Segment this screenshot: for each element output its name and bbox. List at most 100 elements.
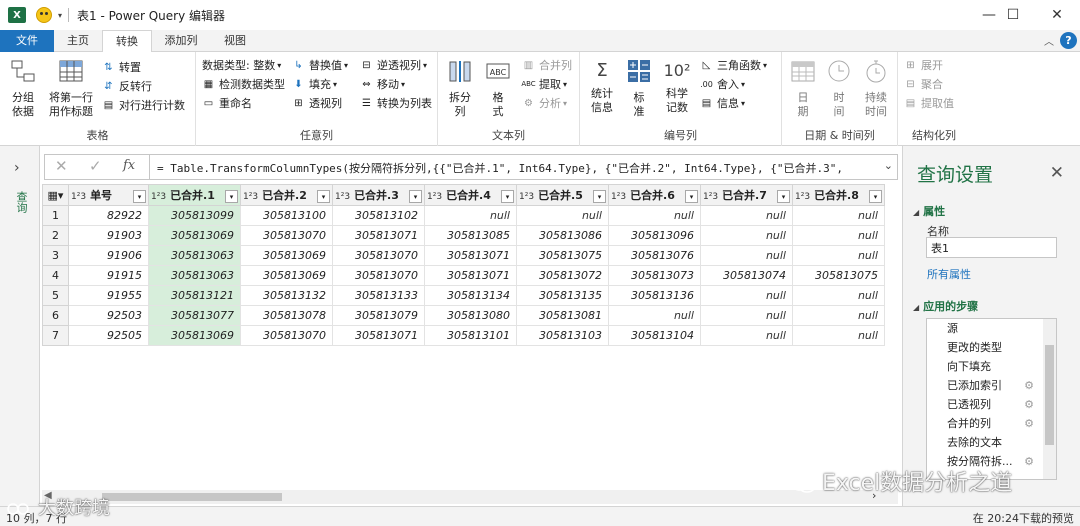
rounding-button[interactable]: .00 舍入 ▾ — [700, 75, 745, 93]
row-index[interactable]: 1 — [42, 205, 69, 226]
table-cell[interactable]: null — [700, 245, 793, 266]
table-cell[interactable]: 305813079 — [332, 305, 425, 326]
table-cell[interactable]: null — [792, 305, 885, 326]
row-index[interactable]: 6 — [42, 305, 69, 326]
step-settings-gear-icon[interactable]: ⚙ — [1024, 414, 1034, 433]
table-menu-icon[interactable]: ▦▾ — [42, 184, 69, 206]
queries-pane-label[interactable]: 查询 — [13, 191, 29, 213]
trig-button[interactable]: ◺ 三角函数 ▾ — [700, 56, 767, 74]
table-cell[interactable]: 305813102 — [332, 205, 425, 226]
applied-step-item[interactable]: 去除的文本 — [927, 433, 1056, 452]
table-cell[interactable]: 305813072 — [516, 265, 609, 286]
fill-button[interactable]: ⬇ 填充 ▾ — [292, 75, 337, 93]
tab-view[interactable]: 视图 — [210, 30, 260, 52]
table-cell[interactable]: null — [608, 305, 701, 326]
filter-dropdown-icon[interactable]: ▾ — [501, 190, 514, 203]
table-cell[interactable]: 305813070 — [332, 245, 425, 266]
extract-button[interactable]: ABC 提取 ▾ — [521, 75, 567, 93]
table-cell[interactable]: 305813081 — [516, 305, 609, 326]
table-cell[interactable]: 305813069 — [240, 265, 333, 286]
table-cell[interactable]: 305813078 — [240, 305, 333, 326]
table-cell[interactable]: 82922 — [68, 205, 149, 226]
table-cell[interactable]: null — [424, 205, 517, 226]
table-cell[interactable]: null — [700, 225, 793, 246]
table-cell[interactable]: 305813136 — [608, 285, 701, 306]
detect-type-button[interactable]: ▦ 检测数据类型 — [202, 75, 285, 93]
reverse-rows-button[interactable]: ⇵ 反转行 — [102, 77, 152, 95]
help-icon[interactable]: ? — [1060, 32, 1077, 49]
table-cell[interactable]: 305813132 — [240, 285, 333, 306]
table-row[interactable]: 6 92503 305813077 305813078 305813079 3058130… — [42, 305, 885, 326]
column-header-merged-3[interactable]: 1²3 已合并.3 ▾ — [332, 184, 425, 206]
time-button[interactable]: 时 间 — [822, 58, 856, 119]
replace-values-button[interactable]: ↳ 替换值 ▾ — [292, 56, 348, 74]
table-cell[interactable]: null — [700, 305, 793, 326]
expand-formula-chevron-icon[interactable]: ⌄ — [884, 159, 893, 172]
duration-button[interactable]: 持续 时间 — [858, 58, 894, 119]
all-properties-link[interactable]: 所有属性 — [927, 266, 971, 282]
column-header-merged-4[interactable]: 1²3 已合并.4 ▾ — [424, 184, 517, 206]
table-cell[interactable]: 305813075 — [516, 245, 609, 266]
table-cell[interactable]: 305813063 — [148, 265, 241, 286]
table-cell[interactable]: 305813121 — [148, 285, 241, 306]
applied-step-item[interactable]: 已添加索引 ⚙ — [927, 376, 1056, 395]
column-header-merged-5[interactable]: 1²3 已合并.5 ▾ — [516, 184, 609, 206]
tab-file[interactable]: 文件 — [0, 30, 54, 52]
table-cell[interactable]: 305813070 — [240, 325, 333, 346]
table-cell[interactable]: null — [608, 205, 701, 226]
table-cell[interactable]: 305813077 — [148, 305, 241, 326]
extract-values-button[interactable]: ▤ 提取值 — [904, 94, 954, 112]
table-cell[interactable]: 305813085 — [424, 225, 517, 246]
table-cell[interactable]: 305813103 — [516, 325, 609, 346]
table-cell[interactable]: 305813080 — [424, 305, 517, 326]
column-header-merged-8[interactable]: 1²3 已合并.8 ▾ — [792, 184, 885, 206]
smiley-feedback-icon[interactable] — [36, 7, 52, 23]
confirm-formula-icon[interactable]: ✓ — [89, 157, 102, 175]
tab-transform[interactable]: 转换 — [102, 30, 152, 53]
split-column-button[interactable]: 拆分 列 — [444, 58, 476, 119]
table-row[interactable]: 1 82922 305813099 305813100 305813102 null nul… — [42, 205, 885, 226]
column-type-icon[interactable]: 1²3 — [243, 192, 258, 202]
table-cell[interactable]: 305813133 — [332, 285, 425, 306]
filter-dropdown-icon[interactable]: ▾ — [869, 190, 882, 203]
table-cell[interactable]: 305813096 — [608, 225, 701, 246]
column-type-icon[interactable]: 1²3 — [71, 192, 86, 202]
table-cell[interactable]: 91906 — [68, 245, 149, 266]
column-header-merged-7[interactable]: 1²3 已合并.7 ▾ — [700, 184, 793, 206]
format-button[interactable]: ABC 格 式 — [482, 58, 514, 119]
table-cell[interactable]: 305813086 — [516, 225, 609, 246]
applied-step-item[interactable]: 更改的类型 — [927, 338, 1056, 357]
column-type-icon[interactable]: 1²3 — [519, 192, 534, 202]
table-cell[interactable]: 305813135 — [516, 285, 609, 306]
pivot-button[interactable]: ⊞ 透视列 — [292, 94, 342, 112]
table-cell[interactable]: 91955 — [68, 285, 149, 306]
applied-step-item[interactable]: 向下填充 — [927, 357, 1056, 376]
table-cell[interactable]: 305813071 — [424, 245, 517, 266]
use-first-row-button[interactable]: 将第一行 用作标题 — [44, 58, 98, 119]
table-cell[interactable]: 305813073 — [608, 265, 701, 286]
table-cell[interactable]: 305813069 — [148, 325, 241, 346]
group-by-button[interactable]: 分组 依据 — [4, 58, 42, 119]
steps-scrollbar[interactable] — [1043, 319, 1056, 479]
date-button[interactable]: 日 期 — [786, 58, 820, 119]
table-cell[interactable]: 305813104 — [608, 325, 701, 346]
filter-dropdown-icon[interactable]: ▾ — [317, 190, 330, 203]
to-list-button[interactable]: ☰ 转换为列表 — [360, 94, 432, 112]
table-cell[interactable]: 305813100 — [240, 205, 333, 226]
applied-steps-header[interactable]: ◢ 应用的步骤 — [913, 298, 978, 314]
column-header-merged-1[interactable]: 1²3 已合并.1 ▾ — [148, 184, 241, 206]
collapse-ribbon-icon[interactable]: ︿ — [1044, 33, 1054, 48]
row-index[interactable]: 3 — [42, 245, 69, 266]
properties-header[interactable]: ◢ 属性 — [913, 203, 945, 219]
table-cell[interactable]: 305813074 — [700, 265, 793, 286]
steps-scroll-thumb[interactable] — [1045, 345, 1054, 445]
table-cell[interactable]: 305813099 — [148, 205, 241, 226]
tab-home[interactable]: 主页 — [54, 30, 102, 52]
parse-button[interactable]: ⚙ 分析 ▾ — [522, 94, 567, 112]
table-cell[interactable]: null — [700, 325, 793, 346]
table-cell[interactable]: 305813063 — [148, 245, 241, 266]
table-cell[interactable]: 305813134 — [424, 285, 517, 306]
step-settings-gear-icon[interactable]: ⚙ — [1024, 376, 1034, 395]
filter-dropdown-icon[interactable]: ▾ — [777, 190, 790, 203]
query-name-input[interactable] — [926, 237, 1057, 258]
